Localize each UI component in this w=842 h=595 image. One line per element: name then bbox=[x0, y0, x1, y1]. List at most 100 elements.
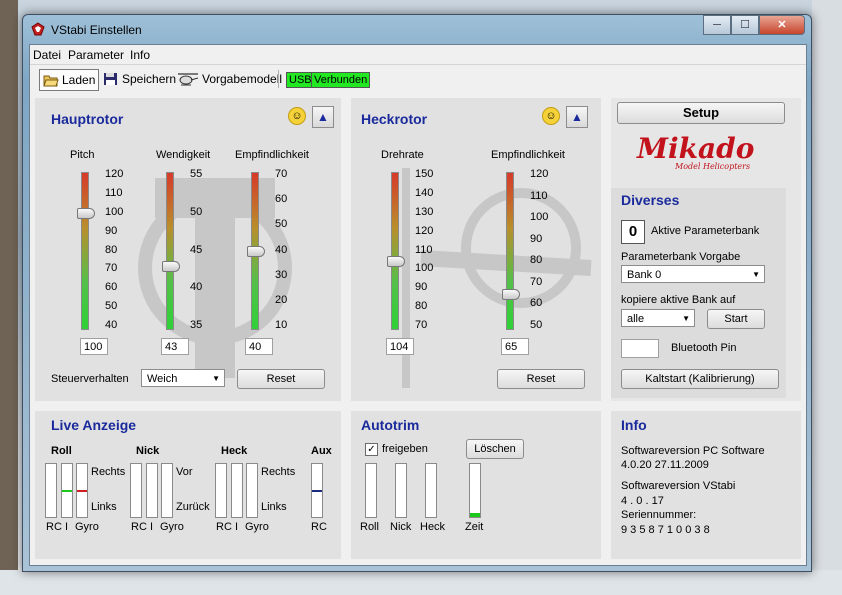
pitch-tick-label: 60 bbox=[105, 281, 118, 294]
diverses-section: Diverses 0 Aktive Parameterbank Paramete… bbox=[611, 188, 786, 398]
hauptrotor-reset-button[interactable]: Reset bbox=[237, 369, 325, 389]
bluetooth-pin-label: Bluetooth Pin bbox=[671, 342, 737, 354]
empfindlichkeit-tick-label: 20 bbox=[275, 293, 288, 306]
copy-bank-label: kopiere aktive Bank auf bbox=[621, 294, 736, 306]
desktop-snow-right bbox=[812, 0, 842, 595]
maximize-button[interactable]: ☐ bbox=[731, 15, 759, 35]
rotor-head-watermark bbox=[138, 178, 292, 378]
heck-empfindlichkeit-tick-label: 110 bbox=[530, 189, 548, 202]
window-title: VStabi Einstellen bbox=[51, 23, 142, 37]
empfindlichkeit-tick-label: 60 bbox=[275, 193, 288, 206]
bank-default-select[interactable]: Bank 0 ▼ bbox=[621, 265, 765, 283]
pc-software-label: Softwareversion PC Software bbox=[621, 445, 765, 457]
heck-empfindlichkeit-tick-label: 50 bbox=[530, 319, 543, 331]
menu-datei[interactable]: Datei bbox=[33, 48, 61, 62]
help-hat-button[interactable]: ▲ bbox=[312, 106, 334, 128]
pitch-slider-track[interactable] bbox=[81, 172, 89, 330]
empfindlichkeit-slider-thumb[interactable] bbox=[247, 245, 265, 257]
pitch-value[interactable]: 100 bbox=[80, 338, 108, 355]
menu-parameter[interactable]: Parameter bbox=[68, 48, 124, 62]
roll-gyro-label: Gyro bbox=[75, 521, 99, 533]
load-button[interactable]: Laden bbox=[39, 69, 100, 91]
drehrate-slider-thumb[interactable] bbox=[387, 256, 405, 268]
floppy-disk-icon bbox=[104, 73, 117, 85]
aux-title: Aux bbox=[311, 445, 332, 457]
pitch-slider-thumb[interactable] bbox=[77, 207, 95, 219]
help-hat-button[interactable]: ▲ bbox=[566, 106, 588, 128]
loeschen-button[interactable]: Löschen bbox=[466, 439, 524, 459]
roll-title: Roll bbox=[51, 445, 72, 457]
drehrate-tick-label: 150 bbox=[415, 168, 434, 180]
mikado-logo-subtitle: Model Helicopters bbox=[675, 162, 751, 171]
bluetooth-pin-input[interactable] bbox=[621, 339, 659, 358]
default-model-button[interactable]: Vorgabemodell bbox=[174, 69, 285, 89]
minimize-button[interactable]: ─ bbox=[703, 15, 731, 35]
roll-top-label: Rechts bbox=[91, 466, 126, 478]
smiley-icon: ☺ bbox=[288, 107, 306, 125]
empfindlichkeit-value[interactable]: 40 bbox=[245, 338, 273, 355]
heck-empfindlichkeit-slider-track[interactable] bbox=[506, 172, 514, 330]
roll-i-marker bbox=[62, 490, 72, 492]
toolbar: Laden Speichern Vorgabemodell USB Verbun… bbox=[30, 64, 806, 94]
empfindlichkeit-tick-label: 50 bbox=[275, 218, 288, 231]
active-bank-number: 0 bbox=[621, 220, 645, 244]
menu-info[interactable]: Info bbox=[130, 48, 150, 62]
pitch-tick-label: 120 bbox=[105, 168, 124, 180]
heck-i-label: I bbox=[235, 521, 239, 533]
wendigkeit-slider-thumb[interactable] bbox=[162, 260, 180, 272]
default-model-label: Vorgabemodell bbox=[202, 72, 283, 86]
coldstart-button[interactable]: Kaltstart (Kalibrierung) bbox=[621, 369, 779, 389]
heck-title: Heck bbox=[221, 445, 248, 457]
wendigkeit-tick-label: 40 bbox=[190, 281, 203, 294]
connection-status: Verbunden bbox=[311, 72, 371, 88]
info-panel: Info Softwareversion PC Software 4.0.20 … bbox=[611, 411, 801, 559]
hauptrotor-title: Hauptrotor bbox=[51, 111, 124, 127]
chevron-down-icon: ▼ bbox=[212, 374, 220, 383]
heck-bottom-label: Links bbox=[261, 501, 287, 513]
steuerverhalten-label: Steuerverhalten bbox=[51, 373, 129, 385]
copy-bank-select[interactable]: alle ▼ bbox=[621, 309, 695, 327]
drehrate-tick-label: 130 bbox=[415, 205, 434, 218]
start-button[interactable]: Start bbox=[707, 309, 765, 329]
folder-open-icon bbox=[43, 75, 59, 87]
heck-empfindlichkeit-value[interactable]: 65 bbox=[501, 338, 529, 355]
autotrim-heck-bar bbox=[425, 463, 437, 518]
heck-empfindlichkeit-slider-thumb[interactable] bbox=[502, 289, 520, 301]
autotrim-roll-label: Roll bbox=[360, 521, 379, 533]
heckrotor-reset-button[interactable]: Reset bbox=[497, 369, 585, 389]
aux-rc-bar bbox=[311, 463, 323, 518]
setup-button[interactable]: Setup bbox=[617, 102, 785, 124]
drehrate-tick-label: 140 bbox=[415, 186, 434, 199]
bank-default-value: Bank 0 bbox=[627, 269, 662, 281]
pitch-tick-label: 80 bbox=[105, 243, 118, 256]
wendigkeit-value[interactable]: 43 bbox=[161, 338, 189, 355]
empfindlichkeit-label: Empfindlichkeit bbox=[235, 149, 309, 161]
title-bar[interactable]: VStabi Einstellen ─ ☐ ✕ bbox=[23, 15, 811, 43]
heckrotor-title: Heckrotor bbox=[361, 111, 428, 127]
drehrate-value[interactable]: 104 bbox=[386, 338, 414, 355]
roll-i-label: I bbox=[65, 521, 69, 533]
client-area: Datei Parameter Info Laden Speichern Vor… bbox=[29, 44, 807, 566]
heck-empfindlichkeit-tick-label: 70 bbox=[530, 275, 543, 288]
menu-bar: Datei Parameter Info bbox=[30, 45, 806, 63]
nick-i-bar bbox=[146, 463, 158, 518]
roll-gyro-bar bbox=[76, 463, 88, 518]
info-title: Info bbox=[621, 417, 647, 433]
nick-rc-bar bbox=[130, 463, 142, 518]
drehrate-tick-label: 90 bbox=[415, 281, 428, 294]
wendigkeit-slider-track[interactable] bbox=[166, 172, 174, 330]
save-button[interactable]: Speichern bbox=[100, 69, 179, 89]
drehrate-tick-label: 80 bbox=[415, 300, 428, 313]
steuerverhalten-select[interactable]: Weich ▼ bbox=[141, 369, 225, 387]
autotrim-nick-label: Nick bbox=[390, 521, 412, 533]
heck-gyro-label: Gyro bbox=[245, 521, 269, 533]
bank-default-label: Parameterbank Vorgabe bbox=[621, 251, 741, 263]
drehrate-slider-track[interactable] bbox=[391, 172, 399, 330]
wendigkeit-tick-label: 50 bbox=[190, 205, 203, 218]
graduation-cap-icon: ▲ bbox=[571, 110, 583, 124]
drehrate-tick-label: 110 bbox=[415, 243, 433, 256]
roll-rc-label: RC bbox=[46, 521, 62, 533]
freigeben-checkbox[interactable]: ✓ bbox=[365, 443, 378, 456]
pitch-tick-label: 40 bbox=[105, 319, 118, 331]
close-button[interactable]: ✕ bbox=[759, 15, 805, 35]
